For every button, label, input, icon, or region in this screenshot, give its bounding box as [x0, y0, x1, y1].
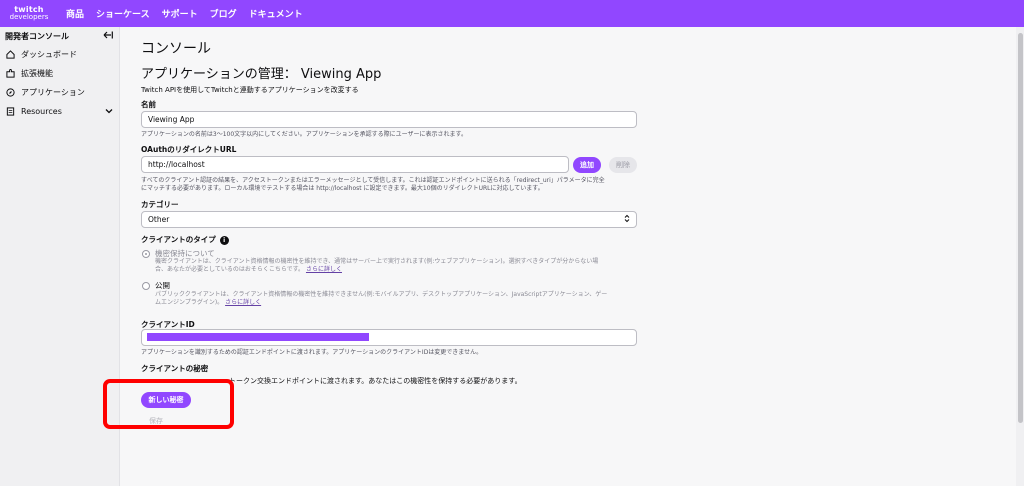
- name-input[interactable]: Viewing App: [141, 111, 637, 128]
- nav-item-docs[interactable]: ドキュメント: [249, 7, 303, 20]
- compass-icon: [5, 88, 15, 98]
- top-nav: twitch developers 商品 ショーケース サポート ブログ ドキュ…: [0, 0, 1024, 27]
- public-desc-text: ムエンジンプラグイン)。: [155, 299, 224, 306]
- sidebar: 開発者コンソール ダッシュボード 拡張機能 アプリケーション Resources: [0, 27, 120, 486]
- document-icon: [5, 107, 15, 117]
- scrollbar[interactable]: [1016, 27, 1024, 486]
- redirect-url-input[interactable]: http://localhost: [141, 156, 569, 173]
- category-select[interactable]: Other: [141, 211, 637, 228]
- confidential-learn-more-link[interactable]: さらに詳しく: [306, 266, 342, 273]
- sidebar-item-label: 拡張機能: [21, 69, 53, 78]
- sidebar-item-resources[interactable]: Resources: [0, 102, 119, 121]
- scrollbar-thumb[interactable]: [1018, 33, 1023, 423]
- nav-item-showcase[interactable]: ショーケース: [96, 7, 150, 20]
- confidential-desc-line2: 合、あなたが必要としているのはおそらくこちらです。 さらに詳しく: [155, 265, 342, 274]
- puzzle-icon: [5, 69, 15, 79]
- collapse-left-icon[interactable]: [103, 31, 113, 42]
- redirect-url-value: http://localhost: [148, 160, 205, 169]
- main-content: コンソール アプリケーションの管理： Viewing App Twitch AP…: [141, 40, 641, 425]
- nav-item-support[interactable]: サポート: [162, 7, 198, 20]
- client-type-label: クライアントのタイプ i: [141, 234, 229, 245]
- chevron-down-icon[interactable]: [105, 107, 113, 116]
- sidebar-heading: 開発者コンソール: [5, 31, 69, 41]
- select-caret-icon: [624, 214, 630, 225]
- oauth-help-line2: にマッチする必要があります。ローカル環境でテストする場合は http://loc…: [141, 185, 544, 192]
- info-icon[interactable]: i: [219, 235, 229, 245]
- client-secret-label: クライアントの秘密: [141, 364, 209, 373]
- name-label: 名前: [141, 100, 156, 109]
- sidebar-item-label: アプリケーション: [21, 88, 85, 97]
- client-secret-help: トークン交換エンドポイントに渡されます。あなたはこの機密性を保持する必要がありま…: [229, 377, 522, 385]
- twitch-developers-logo[interactable]: twitch developers: [0, 0, 58, 27]
- page-subtitle: Twitch APIを使用してTwitchと連動するアプリケーションを改変する: [141, 86, 359, 94]
- add-url-button[interactable]: 追加: [573, 157, 601, 173]
- app-title: アプリケーションの管理： Viewing App: [141, 67, 382, 82]
- highlight-box: [103, 379, 234, 429]
- category-value: Other: [148, 215, 170, 224]
- category-label: カテゴリー: [141, 200, 179, 209]
- public-radio[interactable]: [142, 282, 150, 290]
- confidential-radio[interactable]: [142, 250, 150, 258]
- client-id-help: アプリケーションを識別するための認証エンドポイントに渡されます。アプリケーション…: [141, 349, 483, 356]
- sidebar-item-applications[interactable]: アプリケーション: [0, 83, 119, 102]
- logo-line2: developers: [9, 13, 49, 21]
- sidebar-item-label: Resources: [21, 107, 62, 116]
- sidebar-header: 開発者コンソール: [0, 27, 119, 45]
- oauth-label: OAuthのリダイレクトURL: [141, 145, 237, 154]
- remove-url-button[interactable]: 削除: [609, 157, 637, 173]
- client-id-field: [141, 329, 637, 346]
- page-title: コンソール: [141, 41, 211, 57]
- name-help: アプリケーションの名前は3～100文字以内にしてください。アプリケーションを承認…: [141, 131, 467, 138]
- nav-item-blog[interactable]: ブログ: [210, 7, 237, 20]
- nav-item-products[interactable]: 商品: [66, 7, 84, 20]
- public-learn-more-link[interactable]: さらに詳しく: [225, 299, 261, 306]
- confidential-desc-text: 合、あなたが必要としているのはおそらくこちらです。: [155, 266, 305, 273]
- public-desc-line2: ムエンジンプラグイン)。 さらに詳しく: [155, 298, 261, 307]
- client-id-redaction: [147, 333, 369, 341]
- sidebar-item-label: ダッシュボード: [21, 50, 77, 59]
- name-input-value: Viewing App: [148, 115, 195, 124]
- sidebar-item-dashboard[interactable]: ダッシュボード: [0, 45, 119, 64]
- client-type-label-text: クライアントのタイプ: [141, 235, 216, 244]
- home-icon: [5, 50, 15, 60]
- sidebar-item-extensions[interactable]: 拡張機能: [0, 64, 119, 83]
